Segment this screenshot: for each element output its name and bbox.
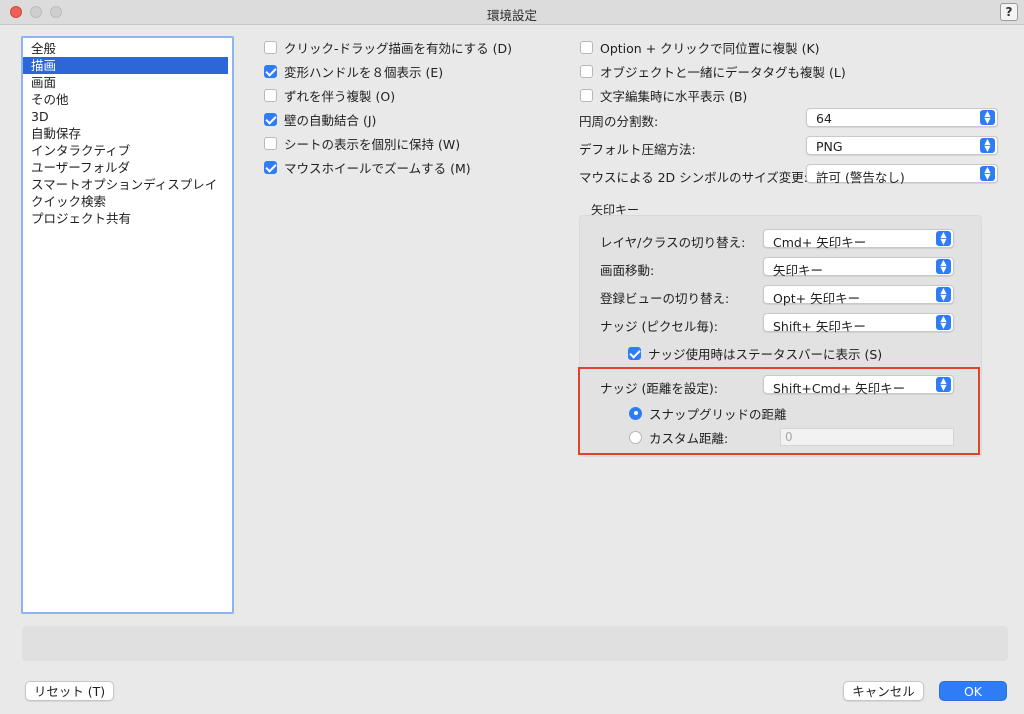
duplicate-data-tags-option[interactable]: オブジェクトと一緒にデータタグも複製 (L) [580, 62, 846, 80]
option-label: 文字編集時に水平表示 (B) [600, 88, 748, 104]
radio-label: スナップグリッドの距離 [649, 406, 787, 422]
chevron-updown-icon: ▲ ▼ [936, 287, 951, 302]
chevron-updown-icon: ▲ ▼ [936, 377, 951, 392]
offset-duplication-option[interactable]: ずれを伴う複製 (O) [264, 86, 395, 104]
nudge-pixel-select[interactable]: Shift+ 矢印キー ▲ ▼ [763, 313, 954, 334]
chevron-updown-icon: ▲ ▼ [980, 166, 995, 181]
click-drag-drawing-option[interactable]: クリック-ドラッグ描画を有効にする (D) [264, 38, 512, 56]
chevron-updown-icon: ▲ ▼ [936, 231, 951, 246]
select-value: 矢印キー [773, 263, 824, 278]
radio-button[interactable] [629, 406, 642, 420]
pan-select[interactable]: 矢印キー ▲ ▼ [763, 257, 954, 278]
ok-button[interactable]: OK [939, 681, 1007, 701]
nudge-pixel-label: ナッジ (ピクセル毎): [600, 319, 718, 334]
checkbox[interactable] [264, 112, 277, 126]
title-bar: 環境設定 ? [0, 0, 1024, 25]
reset-button[interactable]: リセット (T) [25, 681, 114, 701]
option-label: 変形ハンドルを８個表示 (E) [284, 64, 444, 80]
eight-handles-option[interactable]: 変形ハンドルを８個表示 (E) [264, 62, 443, 80]
option-label: マウスホイールでズームする (M) [284, 160, 471, 176]
layer-class-label: レイヤ/クラスの切り替え: [600, 235, 746, 250]
select-value: Cmd+ 矢印キー [773, 235, 867, 250]
checkbox[interactable] [264, 136, 277, 150]
select-value: 64 [816, 111, 832, 126]
select-value: PNG [816, 139, 843, 154]
saved-view-select[interactable]: Opt+ 矢印キー ▲ ▼ [763, 285, 954, 306]
nudge-distance-label: ナッジ (距離を設定): [600, 381, 718, 396]
select-value: Shift+Cmd+ 矢印キー [773, 381, 906, 396]
option-click-duplicate-option[interactable]: Option + クリックで同位置に複製 (K) [580, 38, 820, 56]
snap-grid-distance-radio[interactable]: スナップグリッドの距離 [629, 404, 787, 422]
sidebar-item-autosave[interactable]: 自動保存 [23, 125, 232, 142]
checkbox[interactable] [628, 346, 641, 360]
select-value: Shift+ 矢印キー [773, 319, 866, 334]
window-title: 環境設定 [486, 8, 537, 23]
symbol-resize-select[interactable]: 許可 (警告なし) ▲ ▼ [806, 164, 998, 185]
chevron-updown-icon: ▲ ▼ [980, 110, 995, 125]
option-label: Option + クリックで同位置に複製 (K) [600, 40, 820, 56]
sidebar-item-display[interactable]: 画面 [23, 74, 232, 91]
custom-distance-radio[interactable]: カスタム距離: [629, 428, 728, 446]
checkbox[interactable] [264, 40, 277, 54]
checkbox[interactable] [580, 64, 593, 78]
layer-class-select[interactable]: Cmd+ 矢印キー ▲ ▼ [763, 229, 954, 250]
option-label: シートの表示を個別に保持 (W) [284, 136, 461, 152]
checkbox[interactable] [264, 160, 277, 174]
sidebar-item-drawing[interactable]: 描画 [23, 57, 228, 74]
option-label: オブジェクトと一緒にデータタグも複製 (L) [600, 64, 846, 80]
category-list: 全般 描画 画面 その他 3D 自動保存 インタラクティブ ユーザーフォルダ ス… [21, 36, 234, 614]
symbol-resize-label: マウスによる 2D シンボルのサイズ変更: [579, 170, 808, 185]
compression-label: デフォルト圧縮方法: [579, 142, 696, 157]
sidebar-item-quick-search[interactable]: クイック検索 [23, 193, 232, 210]
option-label: ナッジ使用時はステータスバーに表示 (S) [648, 346, 883, 362]
horizontal-text-edit-option[interactable]: 文字編集時に水平表示 (B) [580, 86, 747, 104]
cancel-button[interactable]: キャンセル [843, 681, 924, 701]
sidebar-item-interactive[interactable]: インタラクティブ [23, 142, 232, 159]
nudge-distance-select[interactable]: Shift+Cmd+ 矢印キー ▲ ▼ [763, 375, 954, 396]
sidebar-item-project-sharing[interactable]: プロジェクト共有 [23, 210, 232, 227]
option-label: 壁の自動結合 (J) [284, 112, 377, 128]
custom-distance-field[interactable]: 0 [780, 428, 954, 446]
saved-view-label: 登録ビューの切り替え: [600, 291, 730, 306]
chevron-updown-icon: ▲ ▼ [936, 315, 951, 330]
option-label: クリック-ドラッグ描画を有効にする (D) [284, 40, 512, 56]
mouse-wheel-zoom-option[interactable]: マウスホイールでズームする (M) [264, 158, 471, 176]
sidebar-item-general[interactable]: 全般 [23, 40, 232, 57]
radio-label: カスタム距離: [649, 430, 729, 446]
auto-join-walls-option[interactable]: 壁の自動結合 (J) [264, 110, 376, 128]
circle-divisions-label: 円周の分割数: [579, 114, 659, 129]
separate-sheet-views-option[interactable]: シートの表示を個別に保持 (W) [264, 134, 460, 152]
pan-label: 画面移動: [600, 263, 655, 278]
checkbox[interactable] [580, 88, 593, 102]
select-value: 許可 (警告なし) [816, 170, 905, 185]
checkbox[interactable] [264, 88, 277, 102]
sidebar-item-smart-options[interactable]: スマートオプションディスプレイ [23, 176, 232, 193]
compression-select[interactable]: PNG ▲ ▼ [806, 136, 998, 155]
option-label: ずれを伴う複製 (O) [284, 88, 396, 104]
checkbox[interactable] [264, 64, 277, 78]
sidebar-item-misc[interactable]: その他 [23, 91, 232, 108]
sidebar-item-user-folders[interactable]: ユーザーフォルダ [23, 159, 232, 176]
circle-divisions-select[interactable]: 64 ▲ ▼ [806, 108, 998, 127]
select-value: Opt+ 矢印キー [773, 291, 861, 306]
checkbox[interactable] [580, 40, 593, 54]
chevron-updown-icon: ▲ ▼ [980, 138, 995, 153]
chevron-updown-icon: ▲ ▼ [936, 259, 951, 274]
nudge-status-bar-option[interactable]: ナッジ使用時はステータスバーに表示 (S) [628, 344, 882, 362]
status-area [22, 626, 1008, 661]
help-button[interactable]: ? [1000, 3, 1018, 21]
sidebar-item-3d[interactable]: 3D [23, 108, 232, 125]
radio-button[interactable] [629, 430, 642, 444]
